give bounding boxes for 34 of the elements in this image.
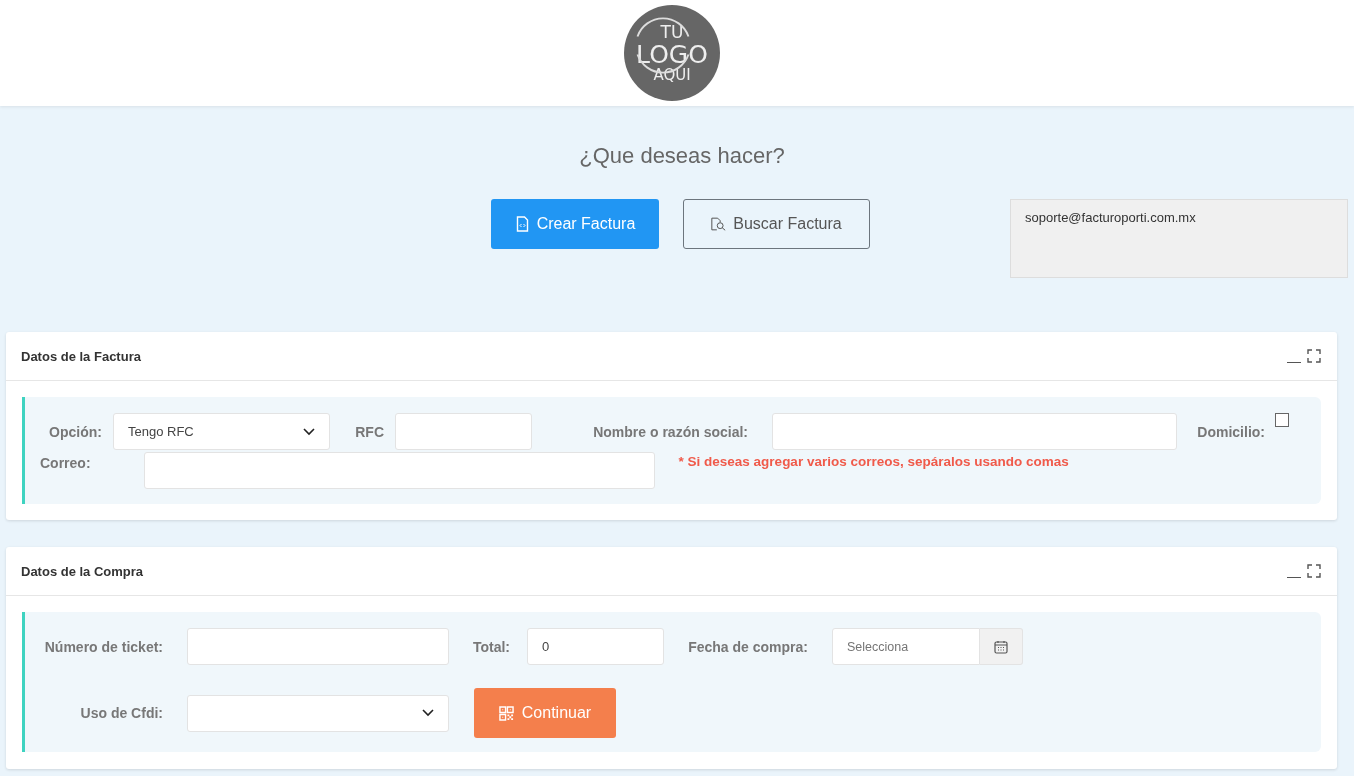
logo-text: TU [660, 23, 684, 41]
action-button[interactable]: Buscar Factura [683, 199, 870, 249]
chevron-down-icon [422, 709, 434, 717]
calendar-button[interactable] [980, 628, 1023, 665]
name-input[interactable] [772, 413, 1177, 450]
field-label: Opción: [48, 423, 102, 440]
panel-title: Datos de la Factura [21, 348, 141, 364]
ticket-input[interactable] [187, 628, 449, 665]
rfc-input[interactable] [395, 413, 532, 450]
chevron-down-icon [303, 427, 315, 436]
field-label: Nombre o razón social: [592, 423, 748, 440]
document-search-icon [711, 216, 727, 232]
email-note: * Si deseas agregar varios correos, sepáralos usando comas [678, 454, 1069, 469]
field-label: Correo: [40, 455, 91, 471]
document-icon [514, 216, 530, 232]
total-input[interactable]: 0 [527, 628, 664, 665]
date-input[interactable]: Selecciona [832, 628, 980, 665]
option-select[interactable]: Tengo RFC [113, 413, 330, 450]
address-checkbox[interactable] [1275, 413, 1289, 427]
fullscreen-icon[interactable] [1307, 564, 1321, 578]
panel-title: Datos de la Compra [21, 563, 144, 579]
qr-code-icon [498, 705, 514, 721]
page-heading: ¿Que deseas hacer? [578, 142, 786, 170]
fullscreen-icon[interactable] [1307, 349, 1321, 363]
field-label: Fecha de compra: [687, 638, 808, 655]
field-label: Total: [471, 638, 510, 655]
field-label: Uso de Cfdi: [79, 705, 163, 721]
field-label: Número de ticket: [43, 638, 163, 655]
email-input[interactable] [143, 452, 655, 489]
support-email: soporte@facturoporti.com.mx [1025, 210, 1196, 225]
logo-text: LOGO [636, 41, 708, 67]
field-label: RFC [354, 423, 384, 440]
field-label: Domicilio: [1196, 423, 1265, 440]
calendar-icon [994, 639, 1008, 654]
